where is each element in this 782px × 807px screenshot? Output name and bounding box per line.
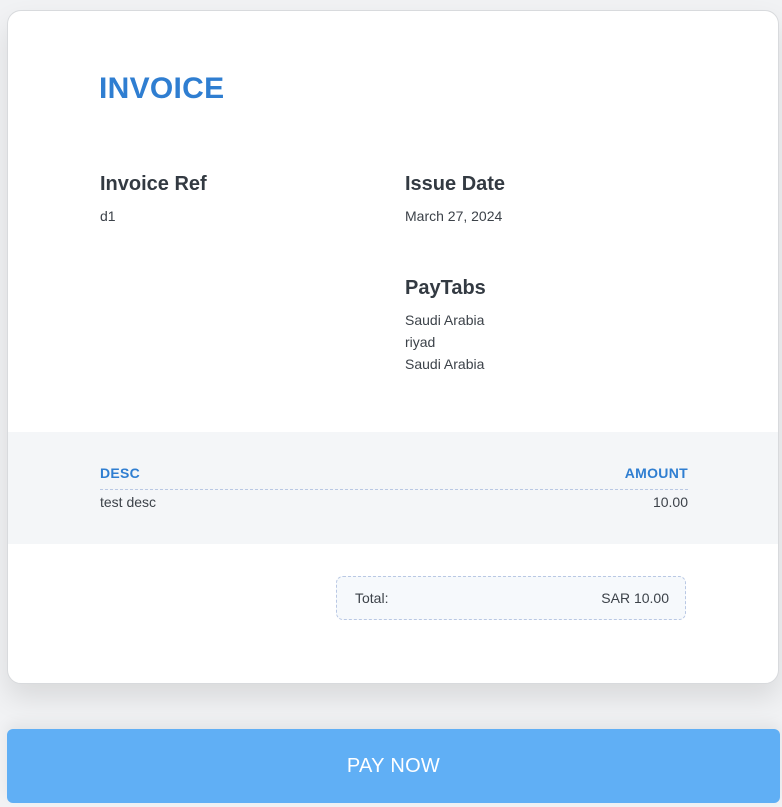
items-table-header: DESC AMOUNT: [100, 465, 688, 490]
invoice-ref-label: Invoice Ref: [100, 173, 207, 195]
company-address-line: Saudi Arabia: [405, 312, 485, 328]
invoice-ref-value: d1: [100, 208, 116, 224]
company-country-line: Saudi Arabia: [405, 356, 485, 372]
amount-column-header: AMOUNT: [624, 465, 688, 481]
total-label: Total:: [355, 590, 389, 606]
company-name: PayTabs: [405, 277, 486, 299]
invoice-card: INVOICE Invoice Ref d1 Issue Date March …: [7, 10, 779, 684]
total-box: Total: SAR 10.00: [336, 576, 686, 620]
items-table: DESC AMOUNT test desc 10.00: [100, 465, 688, 510]
pay-now-button[interactable]: PAY NOW: [7, 729, 780, 803]
desc-column-header: DESC: [100, 465, 141, 481]
issue-date-value: March 27, 2024: [405, 208, 503, 224]
company-block: PayTabs Saudi Arabia riyad Saudi Arabia: [405, 277, 486, 375]
page: INVOICE Invoice Ref d1 Issue Date March …: [0, 0, 782, 807]
invoice-ref-block: Invoice Ref d1: [100, 173, 207, 227]
issue-date-block: Issue Date March 27, 2024: [405, 173, 505, 227]
item-desc: test desc: [100, 494, 157, 510]
issue-date-label: Issue Date: [405, 173, 506, 195]
company-city-line: riyad: [405, 334, 436, 350]
item-amount: 10.00: [652, 494, 688, 510]
invoice-title: INVOICE: [99, 72, 225, 105]
total-value: SAR 10.00: [601, 590, 669, 606]
table-row: test desc 10.00: [100, 490, 688, 510]
